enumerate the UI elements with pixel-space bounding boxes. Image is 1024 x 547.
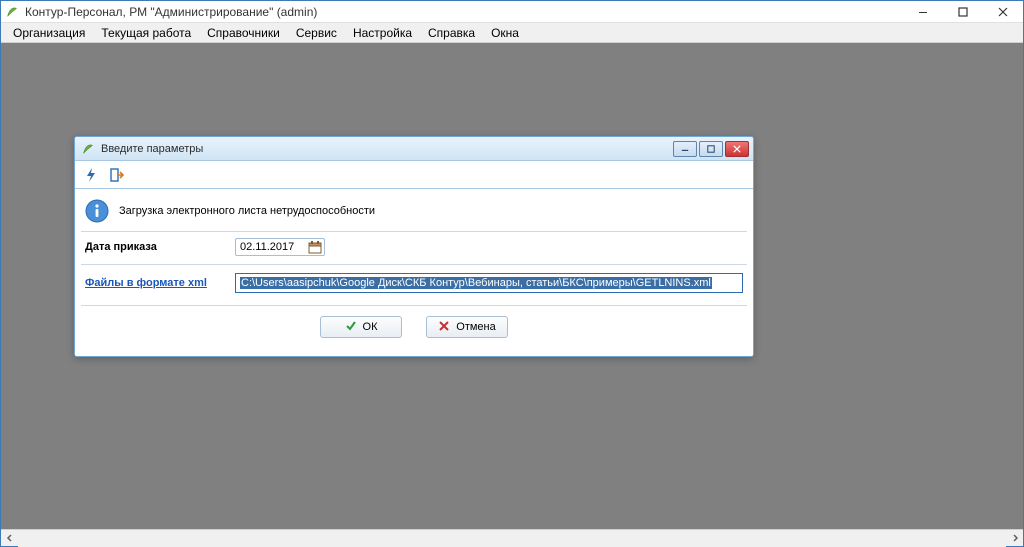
scroll-track[interactable] <box>18 530 1006 547</box>
main-window-title: Контур-Персонал, РМ "Администрирование" … <box>25 5 317 19</box>
dialog-titlebar[interactable]: Введите параметры <box>75 137 753 161</box>
menu-item[interactable]: Настройка <box>345 24 420 42</box>
menu-item[interactable]: Сервис <box>288 24 345 42</box>
scroll-left-arrow[interactable] <box>1 530 18 547</box>
menu-item[interactable]: Справочники <box>199 24 288 42</box>
exit-icon[interactable] <box>107 165 127 185</box>
date-field[interactable] <box>235 238 325 256</box>
date-label: Дата приказа <box>85 241 235 253</box>
minimize-button[interactable] <box>903 2 943 22</box>
menubar: Организация Текущая работа Справочники С… <box>1 23 1023 43</box>
date-input[interactable] <box>238 240 300 254</box>
xml-path-value: C:\Users\aasipchuk\Google Диск\СКБ Конту… <box>240 277 712 289</box>
info-text: Загрузка электронного листа нетрудоспосо… <box>119 205 375 217</box>
menu-item[interactable]: Текущая работа <box>93 24 199 42</box>
main-titlebar: Контур-Персонал, РМ "Администрирование" … <box>1 1 1023 23</box>
cancel-label: Отмена <box>456 321 495 333</box>
separator <box>81 264 747 265</box>
menu-item[interactable]: Организация <box>5 24 93 42</box>
menu-item[interactable]: Окна <box>483 24 527 42</box>
dialog-maximize-button[interactable] <box>699 141 723 157</box>
ok-button[interactable]: ОК <box>320 316 402 338</box>
maximize-button[interactable] <box>943 2 983 22</box>
dialog-button-bar: ОК Отмена <box>81 305 747 350</box>
xml-path-field[interactable]: C:\Users\aasipchuk\Google Диск\СКБ Конту… <box>235 273 743 293</box>
dialog-icon <box>81 142 95 156</box>
scroll-right-arrow[interactable] <box>1006 530 1023 547</box>
calendar-icon[interactable] <box>308 240 322 254</box>
dialog-toolbar <box>75 161 753 189</box>
dialog-close-button[interactable] <box>725 141 749 157</box>
workspace: Введите параметры <box>1 43 1023 529</box>
cancel-button[interactable]: Отмена <box>426 316 508 338</box>
parameters-dialog: Введите параметры <box>74 136 754 357</box>
main-window: Контур-Персонал, РМ "Администрирование" … <box>0 0 1024 547</box>
files-label-link[interactable]: Файлы в формате xml <box>85 277 235 289</box>
horizontal-scrollbar[interactable] <box>1 529 1023 546</box>
main-titlebar-left: Контур-Персонал, РМ "Администрирование" … <box>5 5 317 19</box>
ok-label: ОК <box>363 321 378 333</box>
info-icon <box>85 199 109 223</box>
cross-icon <box>438 320 450 335</box>
window-controls <box>903 2 1023 22</box>
date-row: Дата приказа <box>81 232 747 262</box>
lightning-icon[interactable] <box>81 165 101 185</box>
dialog-title: Введите параметры <box>101 143 203 155</box>
info-row: Загрузка электронного листа нетрудоспосо… <box>81 195 747 232</box>
dialog-minimize-button[interactable] <box>673 141 697 157</box>
check-icon <box>345 320 357 335</box>
app-icon <box>5 5 19 19</box>
files-row: Файлы в формате xml C:\Users\aasipchuk\G… <box>81 267 747 299</box>
menu-item[interactable]: Справка <box>420 24 483 42</box>
close-button[interactable] <box>983 2 1023 22</box>
